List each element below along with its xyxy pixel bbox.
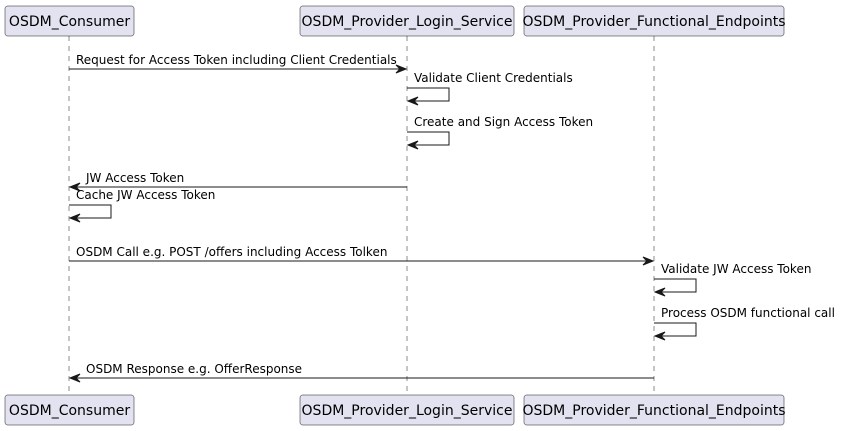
lifelines [68, 36, 655, 395]
message-7: Validate JW Access Token [653, 262, 811, 297]
message-2: Validate Client Credentials [406, 71, 573, 106]
message-label: JW Access Token [85, 171, 184, 185]
message-label: Request for Access Token including Clien… [76, 53, 397, 67]
participant-label-login-top: OSDM_Provider_Login_Service [302, 14, 513, 30]
message-5: Cache JW Access Token [68, 188, 215, 223]
message-1: Request for Access Token including Clien… [69, 53, 408, 74]
message-label: Create and Sign Access Token [414, 115, 593, 129]
message-label: Validate JW Access Token [661, 262, 811, 276]
message-8: Process OSDM functional call [653, 306, 835, 341]
sequence-diagram: Request for Access Token including Clien… [4, 5, 835, 426]
message-6: OSDM Call e.g. POST /offers including Ac… [69, 245, 655, 266]
participant-label-functional-bottom: OSDM_Provider_Functional_Endpoints [522, 403, 785, 419]
participant-label-login-bottom: OSDM_Provider_Login_Service [302, 403, 513, 419]
message-9: OSDM Response e.g. OfferResponse [68, 362, 654, 383]
messages: Request for Access Token including Clien… [68, 53, 835, 383]
message-label: OSDM Call e.g. POST /offers including Ac… [76, 245, 387, 259]
participant-label-consumer-top: OSDM_Consumer [9, 14, 130, 30]
participant-label-consumer-bottom: OSDM_Consumer [9, 403, 130, 419]
message-label: Cache JW Access Token [76, 188, 215, 202]
message-label: Validate Client Credentials [414, 71, 573, 85]
message-label: Process OSDM functional call [661, 306, 835, 320]
message-label: OSDM Response e.g. OfferResponse [86, 362, 302, 376]
message-3: Create and Sign Access Token [406, 115, 593, 150]
participants-top: OSDM_Consumer OSDM_Provider_Login_Service… [4, 5, 786, 37]
participant-label-functional-top: OSDM_Provider_Functional_Endpoints [522, 14, 785, 30]
participants-bottom: OSDM_Consumer OSDM_Provider_Login_Service… [4, 394, 786, 426]
